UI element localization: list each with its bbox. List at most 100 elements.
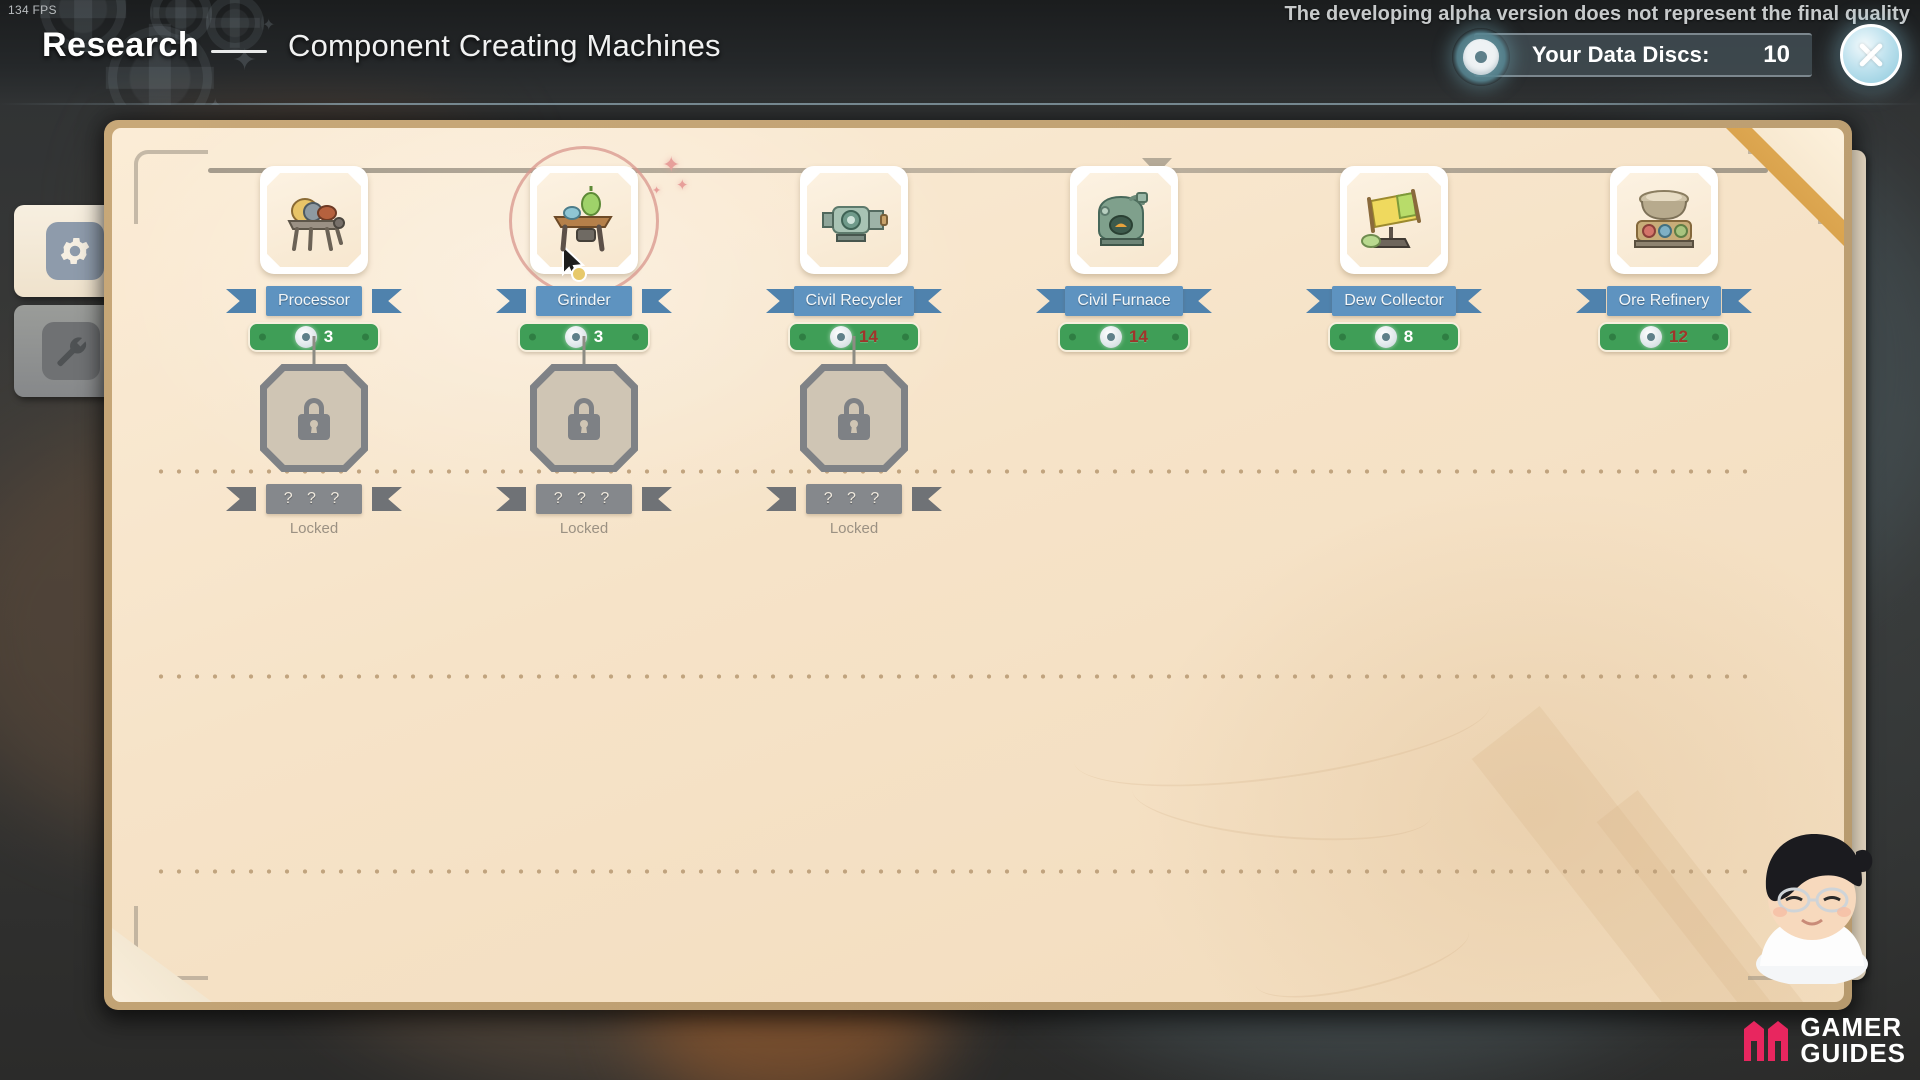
node-cost-value: 14 <box>859 327 878 346</box>
ribbon-tail-right <box>1722 289 1752 313</box>
sparkle-decoration-icon: ✦ <box>676 177 689 194</box>
sparkle-decoration-icon: ✦ <box>652 185 662 197</box>
locked-node-caption: Locked <box>829 520 879 537</box>
ribbon-tail-left <box>766 289 796 313</box>
gamerguides-logo-icon <box>1744 1021 1789 1061</box>
ribbon-body: ? ? ? <box>266 484 362 514</box>
ribbon-body: ? ? ? <box>536 484 632 514</box>
ribbon-tail-right <box>372 289 402 313</box>
sparkle-decoration-icon: ✦ <box>262 17 276 34</box>
locked-node-name: ? ? ? <box>823 490 885 507</box>
tech-node[interactable]: Civil Furnace 14 <box>1034 166 1214 352</box>
dew-collector-icon <box>1357 183 1431 257</box>
tech-node[interactable]: Civil Recycler 14 <box>764 166 944 432</box>
research-panel: Processor 3 Grinder 3 ✦ ✦ ✦ Civil Recycler 14 … <box>104 120 1852 1010</box>
watermark-line-2: GUIDES <box>1800 1038 1906 1068</box>
gear-icon <box>46 222 104 280</box>
node-name: Civil Furnace <box>1077 292 1171 309</box>
node-cost-pill: 8 <box>1328 322 1460 352</box>
ribbon-body: Dew Collector <box>1332 286 1456 316</box>
ribbon-tail-right <box>912 289 942 313</box>
watermark-line-1: GAMER <box>1800 1012 1903 1042</box>
node-icon-frame[interactable] <box>800 166 908 274</box>
locked-node-name: ? ? ? <box>553 490 615 507</box>
ribbon-tail-left <box>496 487 526 511</box>
tech-node[interactable]: Processor 3 <box>224 166 404 432</box>
locked-node-caption: Locked <box>559 520 609 537</box>
ribbon-body: Ore Refinery <box>1606 286 1722 316</box>
node-ribbon: Dew Collector <box>1306 286 1482 316</box>
node-name: Civil Recycler <box>805 292 903 309</box>
wrench-icon <box>42 322 100 380</box>
locked-tech-node[interactable]: ? ? ? Locked <box>764 364 944 537</box>
node-ribbon: Processor <box>226 286 402 316</box>
locked-node-name: ? ? ? <box>283 490 345 507</box>
locked-node-frame[interactable] <box>530 364 638 472</box>
node-cost-value: 3 <box>593 327 604 346</box>
node-cost-pill: 12 <box>1598 322 1730 352</box>
node-cost-pill: 14 <box>1058 322 1190 352</box>
ribbon-tail-left <box>1576 289 1606 313</box>
locked-node-ribbon: ? ? ? <box>766 484 942 514</box>
node-cost-value: 3 <box>323 327 334 346</box>
data-disc-icon <box>1452 28 1510 86</box>
locked-node-frame[interactable] <box>260 364 368 472</box>
data-discs-label: Your Data Discs: <box>1532 42 1710 67</box>
node-cost-value: 8 <box>1403 327 1414 346</box>
data-discs-counter: Your Data Discs: 10 <box>1452 28 1812 86</box>
alpha-version-notice: The developing alpha version does not re… <box>1284 3 1910 25</box>
locked-node-caption: Locked <box>289 520 339 537</box>
data-discs-value: 10 <box>1763 41 1790 68</box>
node-ribbon: Grinder <box>496 286 672 316</box>
ribbon-tail-left <box>226 289 256 313</box>
ribbon-tail-right <box>372 487 402 511</box>
header-underline <box>0 103 1920 105</box>
locked-node-frame[interactable] <box>800 364 908 472</box>
tech-tree-grid: Processor 3 Grinder 3 ✦ ✦ ✦ Civil Recycler 14 … <box>112 128 1844 1002</box>
fps-counter: 134 FPS <box>8 3 57 17</box>
locked-tech-node[interactable]: ? ? ? Locked <box>224 364 404 537</box>
locked-node-ribbon: ? ? ? <box>226 484 402 514</box>
research-panel-surface: Processor 3 Grinder 3 ✦ ✦ ✦ Civil Recycler 14 … <box>112 128 1844 1002</box>
watermark-brand: GAMER GUIDES <box>1740 1014 1906 1066</box>
node-name: Ore Refinery <box>1618 292 1710 309</box>
page-subtitle: Component Creating Machines <box>288 28 721 63</box>
refinery-icon <box>1627 183 1701 257</box>
node-icon-frame[interactable] <box>260 166 368 274</box>
node-ribbon: Civil Furnace <box>1036 286 1212 316</box>
grindstone-icon <box>277 183 351 257</box>
locked-node-ribbon: ? ? ? <box>496 484 672 514</box>
node-cost-value: 14 <box>1129 327 1148 346</box>
ribbon-body: Grinder <box>536 286 632 316</box>
ribbon-tail-right <box>1182 289 1212 313</box>
node-name: Grinder <box>557 292 611 309</box>
tech-node[interactable]: Dew Collector 8 <box>1304 166 1484 352</box>
recycler-icon <box>817 183 891 257</box>
ribbon-body: Civil Furnace <box>1065 286 1183 316</box>
node-icon-frame[interactable] <box>1340 166 1448 274</box>
ribbon-tail-left <box>1036 289 1066 313</box>
lock-icon <box>291 392 337 444</box>
data-disc-icon <box>1100 326 1123 348</box>
close-button[interactable] <box>1840 24 1902 86</box>
node-icon-frame[interactable] <box>1070 166 1178 274</box>
locked-tech-node[interactable]: ? ? ? Locked <box>494 364 674 537</box>
node-name: Processor <box>277 292 351 309</box>
game-screen: ✦ ✦ ✦ 134 FPS Research Component Creatin… <box>0 0 1920 1080</box>
sparkle-decoration-icon: ✦ <box>662 152 681 177</box>
ribbon-tail-right <box>642 487 672 511</box>
ribbon-body: ? ? ? <box>806 484 902 514</box>
node-ribbon: Civil Recycler <box>766 286 942 316</box>
page-title: Research <box>42 26 200 64</box>
workbench-icon <box>547 183 621 257</box>
ribbon-body: Processor <box>265 286 363 316</box>
data-disc-icon <box>1640 326 1663 348</box>
ribbon-tail-left <box>766 487 796 511</box>
furnace-icon <box>1087 183 1161 257</box>
node-cost-value: 12 <box>1669 327 1688 346</box>
tech-node[interactable]: Ore Refinery 12 <box>1574 166 1754 352</box>
node-icon-frame[interactable] <box>1610 166 1718 274</box>
ribbon-body: Civil Recycler <box>793 286 915 316</box>
node-name: Dew Collector <box>1344 292 1444 309</box>
node-ribbon: Ore Refinery <box>1576 286 1752 316</box>
